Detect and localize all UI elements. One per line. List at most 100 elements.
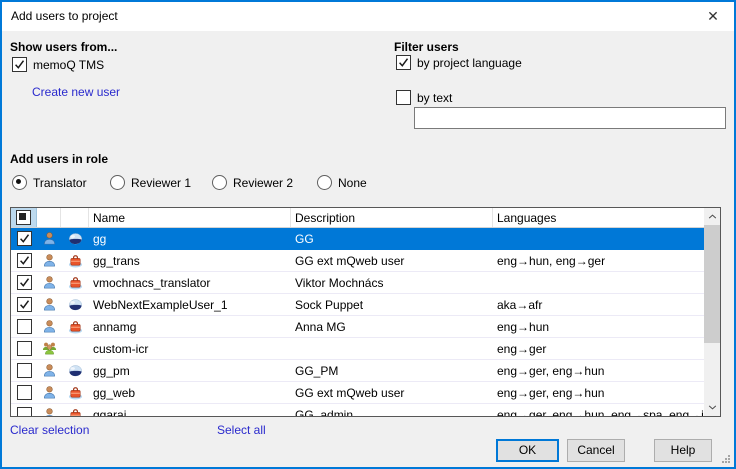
header-name-column[interactable]: Name bbox=[89, 208, 291, 227]
user-name: vmochnacs_translator bbox=[89, 276, 291, 290]
user-description: GG ext mQweb user bbox=[291, 386, 493, 400]
row-checkbox[interactable] bbox=[17, 341, 32, 356]
user-row[interactable]: WebNextExampleUser_1 Sock Puppet aka→afr bbox=[11, 294, 704, 316]
user-name: gg bbox=[89, 232, 291, 246]
by-project-language-row: by project language bbox=[396, 55, 522, 70]
user-languages: eng→hun bbox=[493, 320, 704, 334]
toolbox-icon bbox=[68, 319, 83, 334]
user-row[interactable]: ggarai GG_admin eng→ger, eng→hun, eng→sp… bbox=[11, 404, 704, 416]
user-icon bbox=[42, 253, 57, 268]
user-name: gg_trans bbox=[89, 254, 291, 268]
user-name: WebNextExampleUser_1 bbox=[89, 298, 291, 312]
user-description: Viktor Mochnács bbox=[291, 276, 493, 290]
user-icon bbox=[42, 385, 57, 400]
reviewer2-label: Reviewer 2 bbox=[233, 176, 293, 190]
create-new-user-link[interactable]: Create new user bbox=[32, 85, 120, 99]
translator-label: Translator bbox=[33, 176, 87, 190]
user-row[interactable]: vmochnacs_translator Viktor Mochnács bbox=[11, 272, 704, 294]
by-text-checkbox[interactable] bbox=[396, 90, 411, 105]
memoq-tms-label: memoQ TMS bbox=[33, 58, 104, 72]
select-all-link[interactable]: Select all bbox=[217, 423, 266, 437]
row-checkbox[interactable] bbox=[17, 407, 32, 416]
user-description: Anna MG bbox=[291, 320, 493, 334]
row-checkbox[interactable] bbox=[17, 253, 32, 268]
user-languages: eng→ger, eng→hun, eng→spa, eng→jpn bbox=[493, 408, 704, 417]
user-languages: eng→ger, eng→hun bbox=[493, 386, 704, 400]
web-user-icon bbox=[68, 363, 83, 378]
translator-radio[interactable] bbox=[12, 175, 27, 190]
select-all-checkbox[interactable] bbox=[16, 210, 31, 225]
by-project-language-label: by project language bbox=[417, 56, 522, 70]
role-option-none[interactable]: None bbox=[317, 175, 367, 190]
help-button[interactable]: Help bbox=[654, 439, 712, 462]
user-description: GG bbox=[291, 232, 493, 246]
header-description-column[interactable]: Description bbox=[291, 208, 493, 227]
user-languages: aka→afr bbox=[493, 298, 704, 312]
header-usericon-column[interactable] bbox=[37, 208, 61, 227]
user-description: GG ext mQweb user bbox=[291, 254, 493, 268]
row-checkbox[interactable] bbox=[17, 275, 32, 290]
none-label: None bbox=[338, 176, 367, 190]
toolbox-icon bbox=[68, 253, 83, 268]
toolbox-icon bbox=[68, 385, 83, 400]
user-name: annamg bbox=[89, 320, 291, 334]
user-icon bbox=[42, 297, 57, 312]
toolbox-icon bbox=[68, 275, 83, 290]
web-user-icon bbox=[68, 297, 83, 312]
toolbox-icon bbox=[68, 407, 83, 416]
by-text-label: by text bbox=[417, 91, 452, 105]
header-languages-column[interactable]: Languages bbox=[493, 208, 704, 227]
resize-grip-icon[interactable] bbox=[722, 455, 731, 464]
user-name: gg_pm bbox=[89, 364, 291, 378]
row-checkbox[interactable] bbox=[17, 385, 32, 400]
user-icon bbox=[42, 319, 57, 334]
user-icon bbox=[42, 231, 57, 246]
user-row[interactable]: gg_pm GG_PM eng→ger, eng→hun bbox=[11, 360, 704, 382]
header-typeicon-column[interactable] bbox=[61, 208, 89, 227]
group-icon bbox=[42, 341, 57, 356]
user-icon bbox=[42, 407, 57, 416]
user-languages: eng→ger bbox=[493, 342, 704, 356]
ok-button[interactable]: OK bbox=[496, 439, 559, 462]
user-rows: gg GG gg_trans GG ext mQweb user eng→hun… bbox=[11, 228, 704, 416]
reviewer1-label: Reviewer 1 bbox=[131, 176, 191, 190]
none-radio[interactable] bbox=[317, 175, 332, 190]
user-table: Name Description Languages gg GG bbox=[10, 207, 721, 417]
table-header: Name Description Languages bbox=[11, 208, 704, 228]
role-option-reviewer2[interactable]: Reviewer 2 bbox=[212, 175, 293, 190]
user-description: Sock Puppet bbox=[291, 298, 493, 312]
row-checkbox[interactable] bbox=[17, 319, 32, 334]
user-row[interactable]: gg_trans GG ext mQweb user eng→hun, eng→… bbox=[11, 250, 704, 272]
role-option-translator[interactable]: Translator bbox=[12, 175, 87, 190]
memoq-tms-row: memoQ TMS bbox=[12, 57, 104, 72]
user-description: GG_admin bbox=[291, 408, 493, 417]
cancel-button[interactable]: Cancel bbox=[567, 439, 625, 462]
scroll-down-icon[interactable] bbox=[704, 399, 720, 416]
user-description: GG_PM bbox=[291, 364, 493, 378]
user-name: gg_web bbox=[89, 386, 291, 400]
dialog-title: Add users to project bbox=[11, 9, 118, 23]
user-languages: eng→hun, eng→ger bbox=[493, 254, 704, 268]
row-checkbox[interactable] bbox=[17, 363, 32, 378]
user-row[interactable]: gg GG bbox=[11, 228, 704, 250]
row-checkbox[interactable] bbox=[17, 231, 32, 246]
scrollbar-thumb[interactable] bbox=[704, 225, 720, 343]
reviewer2-radio[interactable] bbox=[212, 175, 227, 190]
web-user-icon bbox=[68, 231, 83, 246]
user-row[interactable]: annamg Anna MG eng→hun bbox=[11, 316, 704, 338]
by-project-language-checkbox[interactable] bbox=[396, 55, 411, 70]
show-users-from-heading: Show users from... bbox=[10, 40, 117, 54]
row-checkbox[interactable] bbox=[17, 297, 32, 312]
memoq-tms-checkbox[interactable] bbox=[12, 57, 27, 72]
scroll-up-icon[interactable] bbox=[704, 208, 720, 225]
close-icon[interactable]: ✕ bbox=[698, 4, 728, 29]
user-row[interactable]: custom-icr eng→ger bbox=[11, 338, 704, 360]
filter-text-input[interactable] bbox=[414, 107, 726, 129]
title-bar: Add users to project ✕ bbox=[2, 2, 734, 31]
reviewer1-radio[interactable] bbox=[110, 175, 125, 190]
vertical-scrollbar[interactable] bbox=[704, 208, 720, 416]
user-icon bbox=[42, 275, 57, 290]
user-row[interactable]: gg_web GG ext mQweb user eng→ger, eng→hu… bbox=[11, 382, 704, 404]
role-option-reviewer1[interactable]: Reviewer 1 bbox=[110, 175, 191, 190]
clear-selection-link[interactable]: Clear selection bbox=[10, 423, 89, 437]
